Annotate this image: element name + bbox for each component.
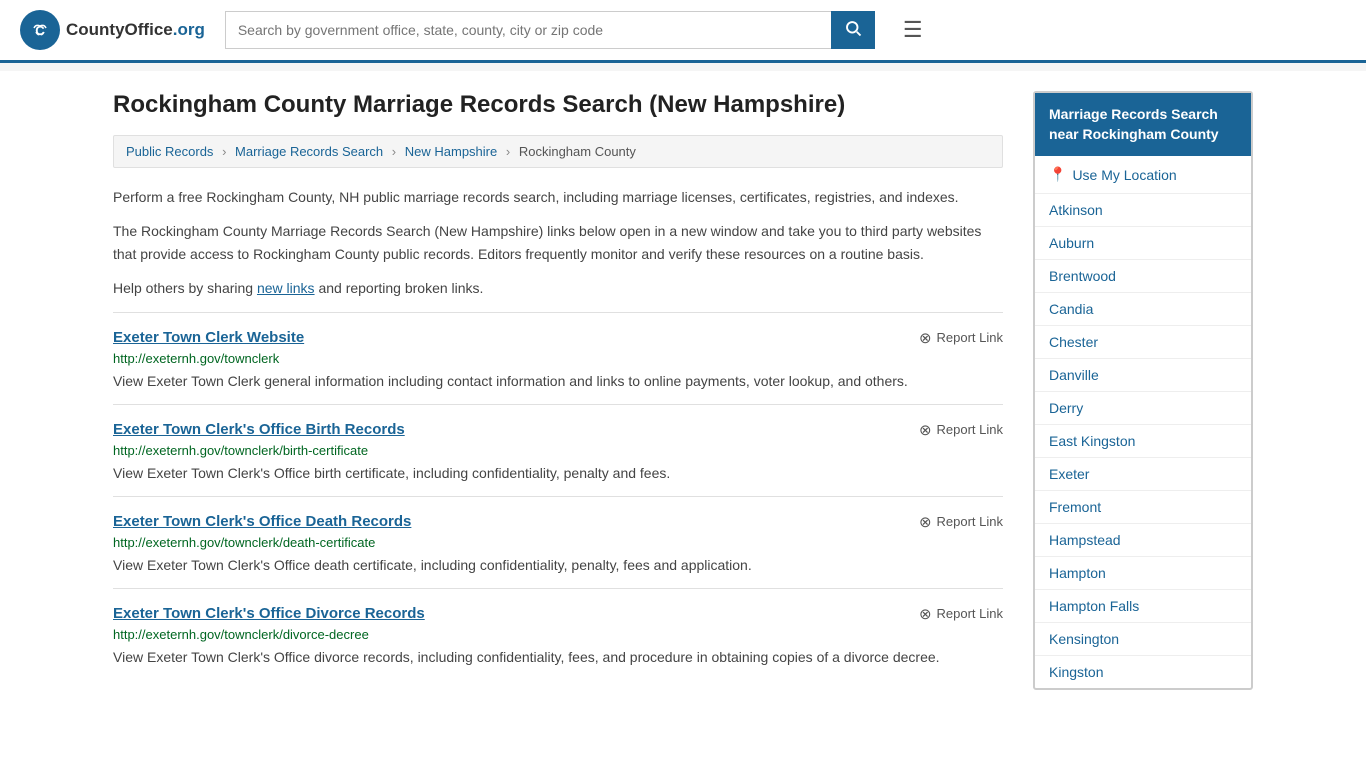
location-link-east-kingston[interactable]: East Kingston [1049,433,1135,449]
result-desc-1: View Exeter Town Clerk's Office birth ce… [113,463,1003,484]
results-list: Exeter Town Clerk Website ⊗ Report Link … [113,312,1003,680]
sidebar-location-chester: Chester [1035,326,1251,359]
result-title-1[interactable]: Exeter Town Clerk's Office Birth Records [113,421,405,438]
sidebar-location-hampton-falls: Hampton Falls [1035,590,1251,623]
location-link-hampton[interactable]: Hampton [1049,565,1106,581]
header: C CountyOffice.org ☰ [0,0,1366,63]
sidebar-location-hampstead: Hampstead [1035,524,1251,557]
result-desc-2: View Exeter Town Clerk's Office death ce… [113,555,1003,576]
description-para-3: Help others by sharing new links and rep… [113,277,1003,299]
sidebar-location-hampton: Hampton [1035,557,1251,590]
search-button[interactable] [831,11,875,49]
report-icon-2: ⊗ [919,513,932,531]
breadcrumb-marriage-records[interactable]: Marriage Records Search [235,144,383,159]
breadcrumb: Public Records › Marriage Records Search… [113,135,1003,168]
use-my-location-link[interactable]: Use My Location [1072,167,1176,183]
report-icon-3: ⊗ [919,605,932,623]
use-my-location-item: 📍 Use My Location [1035,156,1251,194]
breadcrumb-sep-2: › [392,144,396,159]
sidebar-location-exeter: Exeter [1035,458,1251,491]
result-url-1: http://exeternh.gov/townclerk/birth-cert… [113,443,1003,458]
result-item-0: Exeter Town Clerk Website ⊗ Report Link … [113,312,1003,404]
sidebar-location-auburn: Auburn [1035,227,1251,260]
location-link-hampton-falls[interactable]: Hampton Falls [1049,598,1139,614]
page-title: Rockingham County Marriage Records Searc… [113,91,1003,119]
location-link-fremont[interactable]: Fremont [1049,499,1101,515]
breadcrumb-sep-3: › [506,144,510,159]
report-link-3[interactable]: ⊗ Report Link [919,605,1003,623]
report-link-0[interactable]: ⊗ Report Link [919,329,1003,347]
result-title-0[interactable]: Exeter Town Clerk Website [113,329,304,346]
new-links-link[interactable]: new links [257,280,315,296]
location-link-derry[interactable]: Derry [1049,400,1083,416]
sub-header-bar [0,63,1366,71]
sidebar-locations-list: Atkinson Auburn Brentwood Candia Chester… [1035,194,1251,688]
sidebar-location-kensington: Kensington [1035,623,1251,656]
sidebar-location-derry: Derry [1035,392,1251,425]
result-desc-3: View Exeter Town Clerk's Office divorce … [113,647,1003,668]
description-para-1: Perform a free Rockingham County, NH pub… [113,186,1003,208]
description-para-2: The Rockingham County Marriage Records S… [113,220,1003,265]
sidebar-location-kingston: Kingston [1035,656,1251,688]
logo-area: C CountyOffice.org [20,10,205,50]
location-link-kingston[interactable]: Kingston [1049,664,1103,680]
result-title-3[interactable]: Exeter Town Clerk's Office Divorce Recor… [113,605,425,622]
result-item-1: Exeter Town Clerk's Office Birth Records… [113,404,1003,496]
result-item-3: Exeter Town Clerk's Office Divorce Recor… [113,588,1003,680]
breadcrumb-sep-1: › [222,144,226,159]
location-link-exeter[interactable]: Exeter [1049,466,1089,482]
result-url-3: http://exeternh.gov/townclerk/divorce-de… [113,627,1003,642]
location-link-candia[interactable]: Candia [1049,301,1093,317]
location-link-chester[interactable]: Chester [1049,334,1098,350]
logo-icon: C [20,10,60,50]
location-link-atkinson[interactable]: Atkinson [1049,202,1103,218]
search-area [225,11,875,49]
sidebar-location-brentwood: Brentwood [1035,260,1251,293]
result-url-0: http://exeternh.gov/townclerk [113,351,1003,366]
sidebar-header: Marriage Records Search near Rockingham … [1035,93,1251,156]
breadcrumb-current: Rockingham County [519,144,636,159]
breadcrumb-new-hampshire[interactable]: New Hampshire [405,144,497,159]
pin-icon: 📍 [1049,166,1066,183]
location-link-danville[interactable]: Danville [1049,367,1099,383]
sidebar-location-atkinson: Atkinson [1035,194,1251,227]
report-icon-0: ⊗ [919,329,932,347]
report-icon-1: ⊗ [919,421,932,439]
main-wrapper: Rockingham County Marriage Records Searc… [83,71,1283,710]
result-desc-0: View Exeter Town Clerk general informati… [113,371,1003,392]
result-item-2: Exeter Town Clerk's Office Death Records… [113,496,1003,588]
report-link-1[interactable]: ⊗ Report Link [919,421,1003,439]
breadcrumb-public-records[interactable]: Public Records [126,144,213,159]
sidebar-box: Marriage Records Search near Rockingham … [1033,91,1253,690]
sidebar-location-fremont: Fremont [1035,491,1251,524]
search-input[interactable] [225,11,831,49]
sidebar-location-candia: Candia [1035,293,1251,326]
logo-text: CountyOffice.org [66,20,205,40]
report-link-2[interactable]: ⊗ Report Link [919,513,1003,531]
sidebar: Marriage Records Search near Rockingham … [1033,91,1253,690]
sidebar-location-danville: Danville [1035,359,1251,392]
result-url-2: http://exeternh.gov/townclerk/death-cert… [113,535,1003,550]
location-link-kensington[interactable]: Kensington [1049,631,1119,647]
sidebar-location-east-kingston: East Kingston [1035,425,1251,458]
location-link-hampstead[interactable]: Hampstead [1049,532,1121,548]
result-title-2[interactable]: Exeter Town Clerk's Office Death Records [113,513,411,530]
location-link-brentwood[interactable]: Brentwood [1049,268,1116,284]
menu-button[interactable]: ☰ [895,13,931,47]
location-link-auburn[interactable]: Auburn [1049,235,1094,251]
content-area: Rockingham County Marriage Records Searc… [113,91,1003,690]
